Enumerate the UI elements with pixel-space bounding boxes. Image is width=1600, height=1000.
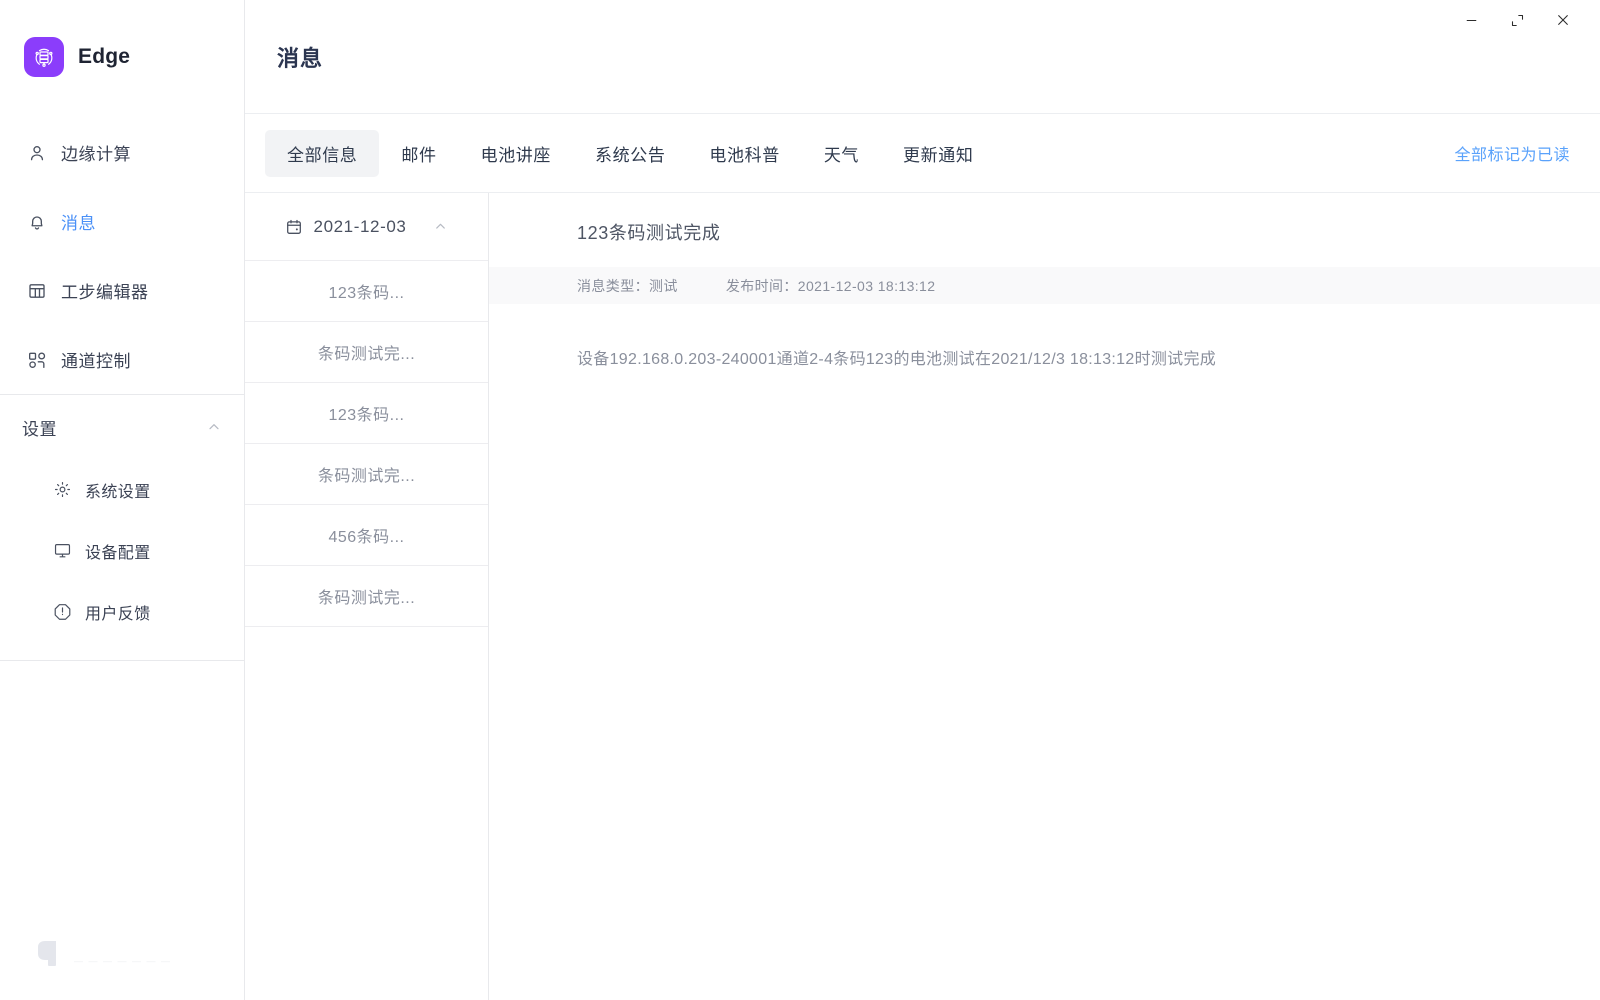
chevron-up-icon[interactable]	[433, 219, 448, 234]
message-date-label: 2021-12-03	[313, 216, 407, 236]
window-controls	[1448, 0, 1600, 40]
app-logo-icon	[24, 37, 64, 77]
sidebar-item-messages[interactable]: 消息	[0, 187, 244, 256]
alert-octagon-icon	[52, 602, 72, 622]
message-list-panel: 2021-12-03 123条码... 条码测试完... 123条码... 条码…	[245, 193, 489, 1000]
list-item[interactable]: 条码测试完...	[245, 566, 488, 627]
sidebar-item-label: 通道控制	[61, 352, 131, 371]
page-header: 消息	[245, 0, 1600, 114]
sidebar-item-step-editor[interactable]: 工步编辑器	[0, 256, 244, 325]
list-item[interactable]: 123条码...	[245, 383, 488, 444]
company-logo-watermark-icon	[34, 933, 68, 978]
message-detail-meta: 消息类型：测试 发布时间：2021-12-03 18:13:12	[489, 267, 1600, 304]
tabs-bar: 全部信息 邮件 电池讲座 系统公告 电池科普 天气 更新通知 全部标记为已读	[245, 114, 1600, 192]
sidebar-item-label: 消息	[61, 214, 96, 233]
main-area: 消息 全部信息 邮件 电池讲座 系统公告 电池科普 天气 更新通知 全部标记为已…	[245, 0, 1600, 1000]
message-detail-body: 设备192.168.0.203-240001通道2-4条码123的电池测试在20…	[577, 351, 1217, 368]
nodes-icon	[26, 349, 47, 370]
sidebar: Edge 边缘计算 消息 工步编辑器 通道控制 设置 系统设置 设备配置 用户反…	[0, 0, 245, 1000]
tab-system-announcement[interactable]: 系统公告	[573, 130, 687, 177]
list-item[interactable]: 123条码...	[245, 261, 488, 322]
mark-all-as-read-link[interactable]: 全部标记为已读	[1454, 141, 1576, 165]
close-icon[interactable]	[1540, 4, 1586, 36]
sidebar-item-label: 工步编辑器	[61, 283, 149, 302]
list-item[interactable]: 456条码...	[245, 505, 488, 566]
sidebar-item-user-feedback[interactable]: 用户反馈	[0, 581, 244, 642]
sidebar-sub-item-label: 设备配置	[85, 544, 151, 562]
brand-name: Edge	[78, 45, 131, 68]
message-type-label: 消息类型：测试	[577, 277, 678, 294]
content-area: 2021-12-03 123条码... 条码测试完... 123条码... 条码…	[245, 192, 1600, 1000]
monitor-icon	[52, 541, 72, 561]
tabs: 全部信息 邮件 电池讲座 系统公告 电池科普 天气 更新通知	[265, 129, 995, 177]
sidebar-item-system-settings[interactable]: 系统设置	[0, 459, 244, 520]
list-item[interactable]: 条码测试完...	[245, 322, 488, 383]
tab-all-messages[interactable]: 全部信息	[265, 129, 380, 177]
message-detail-title: 123条码测试完成	[577, 223, 721, 243]
message-detail-panel: 123条码测试完成 消息类型：测试 发布时间：2021-12-03 18:13:…	[489, 193, 1600, 1000]
sidebar-settings-label: 设置	[22, 419, 57, 439]
sidebar-item-device-config[interactable]: 设备配置	[0, 520, 244, 581]
message-date-group-header[interactable]: 2021-12-03	[245, 193, 488, 261]
user-icon	[26, 142, 47, 163]
minimize-icon[interactable]	[1448, 4, 1494, 36]
tab-battery-science[interactable]: 电池科普	[687, 130, 801, 177]
message-publish-time-label: 发布时间：2021-12-03 18:13:12	[725, 277, 936, 294]
brand: Edge	[0, 0, 244, 114]
watermark: — — — — — — —	[34, 933, 172, 978]
tab-battery-lecture[interactable]: 电池讲座	[459, 130, 573, 177]
tab-weather[interactable]: 天气	[802, 130, 881, 177]
sidebar-item-edge-computing[interactable]: 边缘计算	[0, 118, 244, 187]
calendar-icon	[285, 218, 303, 236]
tab-mail[interactable]: 邮件	[379, 130, 458, 177]
sidebar-item-label: 边缘计算	[61, 145, 131, 164]
chevron-up-icon[interactable]	[206, 419, 222, 435]
sidebar-divider-bottom	[0, 660, 244, 661]
bell-icon	[26, 211, 47, 232]
sidebar-sub-item-label: 用户反馈	[85, 605, 151, 623]
grid-table-icon	[26, 280, 47, 301]
tab-update-notice[interactable]: 更新通知	[881, 130, 995, 177]
sidebar-nav: 边缘计算 消息 工步编辑器 通道控制	[0, 114, 244, 394]
list-item[interactable]: 条码测试完...	[245, 444, 488, 505]
maximize-icon[interactable]	[1494, 4, 1540, 36]
watermark-text: — — — — — — —	[74, 956, 172, 966]
page-title: 消息	[277, 45, 324, 71]
gear-icon	[52, 480, 72, 500]
sidebar-item-channel-control[interactable]: 通道控制	[0, 325, 244, 394]
sidebar-sub-item-label: 系统设置	[85, 483, 151, 501]
sidebar-settings-group[interactable]: 设置	[0, 395, 244, 459]
app-window: Edge 边缘计算 消息 工步编辑器 通道控制 设置 系统设置 设备配置 用户反…	[0, 0, 1600, 1000]
